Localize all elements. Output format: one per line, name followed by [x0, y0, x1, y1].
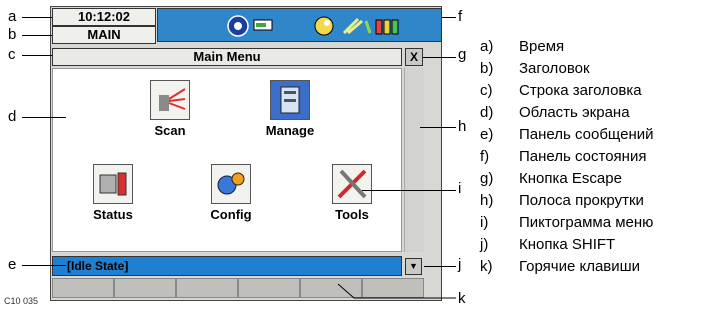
- leader-line-k: [337, 283, 456, 299]
- menu-label: Tools: [335, 207, 369, 222]
- status-icons: [227, 15, 399, 37]
- legend-key: d): [480, 104, 494, 121]
- status-icon: [93, 164, 133, 204]
- legend-text: Горячие клавиши: [519, 258, 641, 275]
- legend-text: Пиктограмма меню: [519, 214, 654, 231]
- legend-key: g): [480, 170, 494, 187]
- status-bar: [157, 8, 442, 42]
- menu-item-scan[interactable]: Scan: [135, 80, 205, 138]
- leader-line-a: [22, 17, 52, 18]
- legend-key: a): [480, 38, 494, 55]
- callout-f: f: [458, 8, 463, 25]
- escape-button[interactable]: X: [405, 48, 423, 66]
- message-bar: [Idle State]: [52, 256, 402, 276]
- screen-area: [52, 68, 402, 252]
- menu-label: Manage: [265, 123, 315, 138]
- manage-icon: [270, 80, 310, 120]
- menu-label: Status: [93, 207, 133, 222]
- legend-text: Заголовок: [519, 60, 590, 77]
- menu-item-config[interactable]: Config: [196, 164, 266, 222]
- leader-line-b: [22, 35, 52, 36]
- leader-line-g: [423, 57, 456, 58]
- callout-h: h: [458, 118, 467, 135]
- callout-j: j: [458, 256, 462, 273]
- legend-key: h): [480, 192, 494, 209]
- callout-e: e: [8, 256, 17, 273]
- legend-text: Панель состояния: [519, 148, 647, 165]
- menu-item-status[interactable]: Status: [78, 164, 148, 222]
- menu-label: Config: [210, 207, 252, 222]
- level-icon: [314, 16, 334, 36]
- legend-row: j) Кнопка SHIFT: [480, 234, 706, 256]
- legend-text: Кнопка Escape: [519, 170, 622, 187]
- legend-row: a) Время: [480, 36, 706, 58]
- tools-icon: [332, 164, 372, 204]
- battery-icons: [375, 19, 399, 35]
- callout-g: g: [458, 46, 467, 63]
- leader-line-d: [22, 117, 66, 118]
- callout-c: c: [8, 46, 16, 63]
- hotkey-2[interactable]: [114, 278, 176, 298]
- down-arrow-icon: ▼: [409, 261, 418, 271]
- scrollbar[interactable]: [404, 68, 424, 252]
- legend-row: g) Кнопка Escape: [480, 168, 706, 190]
- legend-row: i) Пиктограмма меню: [480, 212, 706, 234]
- connection-icon: [342, 17, 372, 35]
- legend-text: Кнопка SHIFT: [519, 236, 616, 253]
- legend-row: c) Строка заголовка: [480, 80, 706, 102]
- leader-line-e: [22, 265, 66, 266]
- time-display: 10:12:02: [52, 8, 156, 26]
- callout-d: d: [8, 108, 17, 125]
- legend-row: h) Полоса прокрутки: [480, 190, 706, 212]
- leader-line-i: [362, 190, 456, 191]
- figure-id: C10 035: [4, 296, 39, 306]
- callout-b: b: [8, 26, 17, 43]
- leader-line-f: [442, 17, 456, 18]
- scan-icon: [150, 80, 190, 120]
- legend-text: Полоса прокрутки: [519, 192, 644, 209]
- hotkey-4[interactable]: [238, 278, 300, 298]
- legend-key: e): [480, 126, 494, 143]
- config-icon: [211, 164, 251, 204]
- legend-text: Строка заголовка: [519, 82, 642, 99]
- legend-key: b): [480, 60, 494, 77]
- legend-key: k): [480, 258, 493, 275]
- legend-row: f) Панель состояния: [480, 146, 706, 168]
- legend-text: Область экрана: [519, 104, 630, 121]
- callout-i: i: [458, 180, 462, 197]
- legend-row: b) Заголовок: [480, 58, 706, 80]
- legend: a) Время b) Заголовок c) Строка заголовка d…: [480, 36, 706, 278]
- callout-a: a: [8, 8, 17, 25]
- legend-key: c): [480, 82, 493, 99]
- legend-row: d) Область экрана: [480, 102, 706, 124]
- leader-line-j: [424, 266, 456, 267]
- legend-text: Панель сообщений: [519, 126, 654, 143]
- legend-text: Время: [519, 38, 565, 55]
- legend-key: i): [480, 214, 489, 231]
- menu-item-tools[interactable]: Tools: [317, 164, 387, 222]
- menu-label: Scan: [154, 123, 186, 138]
- legend-row: e) Панель сообщений: [480, 124, 706, 146]
- legend-key: f): [480, 148, 490, 165]
- battery-indicator-icon: [253, 19, 273, 31]
- hotkey-1[interactable]: [52, 278, 114, 298]
- shift-button[interactable]: ▼: [405, 258, 422, 275]
- instrument-icon: [227, 15, 249, 37]
- leader-line-h: [420, 127, 456, 128]
- menu-item-manage[interactable]: Manage: [255, 80, 325, 138]
- hotkey-3[interactable]: [176, 278, 238, 298]
- title-bar: Main Menu: [52, 48, 402, 66]
- legend-key: j): [480, 236, 489, 253]
- screen-title-tab: MAIN: [52, 26, 156, 44]
- legend-row: k) Горячие клавиши: [480, 256, 706, 278]
- leader-line-c: [22, 55, 52, 56]
